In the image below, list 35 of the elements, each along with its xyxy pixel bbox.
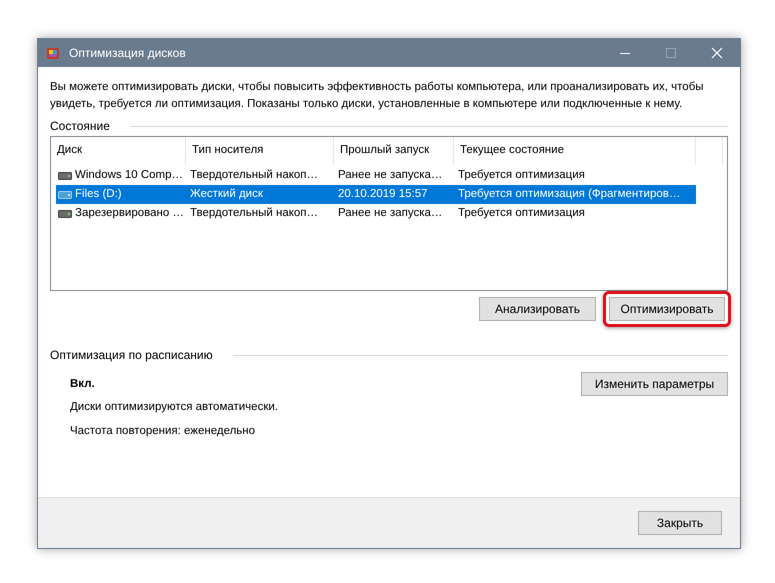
close-icon[interactable] [711,47,723,59]
drive-row[interactable]: Зарезервировано … Твердотельный накоп… Ранее не запуска… Требуется оптимизация [56,204,696,223]
column-header[interactable]: Тип носителя [186,137,334,165]
table-cell-text: Жесткий диск [190,186,263,202]
table-cell-text: Files (D:) [75,186,122,202]
table-cell-text: Зарезервировано … [75,206,184,221]
close-dialog-button[interactable]: Закрыть [638,511,722,535]
table-cell-text: Ранее не запуска… [338,168,442,183]
drive-icon [58,210,72,218]
optimize-button[interactable]: Оптимизировать [609,297,725,321]
table-cell-text: Требуется оптимизация (Фрагментиров… [458,186,680,202]
analyze-button[interactable]: Анализировать [479,297,596,321]
table-cell-text: 20.10.2019 15:57 [338,186,428,202]
table-cell-text: Твердотельный накоп… [190,206,318,221]
section-title: Оптимизация по расписанию [50,347,213,364]
window-title: Оптимизация дисков [69,45,186,62]
drive-row[interactable]: Windows 10 Comp… Твердотельный накоп… Ранее не запуска… Требуется оптимизация [56,166,696,185]
table-cell-text: Требуется оптимизация [458,168,585,183]
drive-icon [58,172,72,180]
table-cell-text: Требуется оптимизация [458,206,585,221]
drive-icon [58,190,72,198]
column-header[interactable]: Диск [51,137,186,165]
column-header[interactable]: Текущее состояние [454,137,696,165]
table-cell-text: Ранее не запуска… [338,206,442,221]
table-cell-text: Твердотельный накоп… [190,168,318,183]
table-cell-text: Windows 10 Comp… [75,168,184,183]
description-text: Вы можете оптимизировать диски, чтобы повысить эффективность работы компьютера, или проанализировать их, чтобы увидеть, требуется ли оптимизация. Показаны только диски, установленные в компьютере или подключенные к нему. [50,80,705,112]
section-title: Состояние [50,118,110,135]
schedule-text: Частота повторения: еженедельно [70,424,256,438]
column-header[interactable]: Прошлый запуск [334,137,454,165]
change-settings-button[interactable]: Изменить параметры [581,372,728,396]
app-icon [45,45,61,61]
drive-row[interactable]: Files (D:) Жесткий диск 20.10.2019 15:57 Требуется оптимизация (Фрагментиров… [56,185,696,204]
schedule-state: Вкл. [70,377,96,392]
schedule-text: Диски оптимизируются автоматически. [70,400,278,416]
